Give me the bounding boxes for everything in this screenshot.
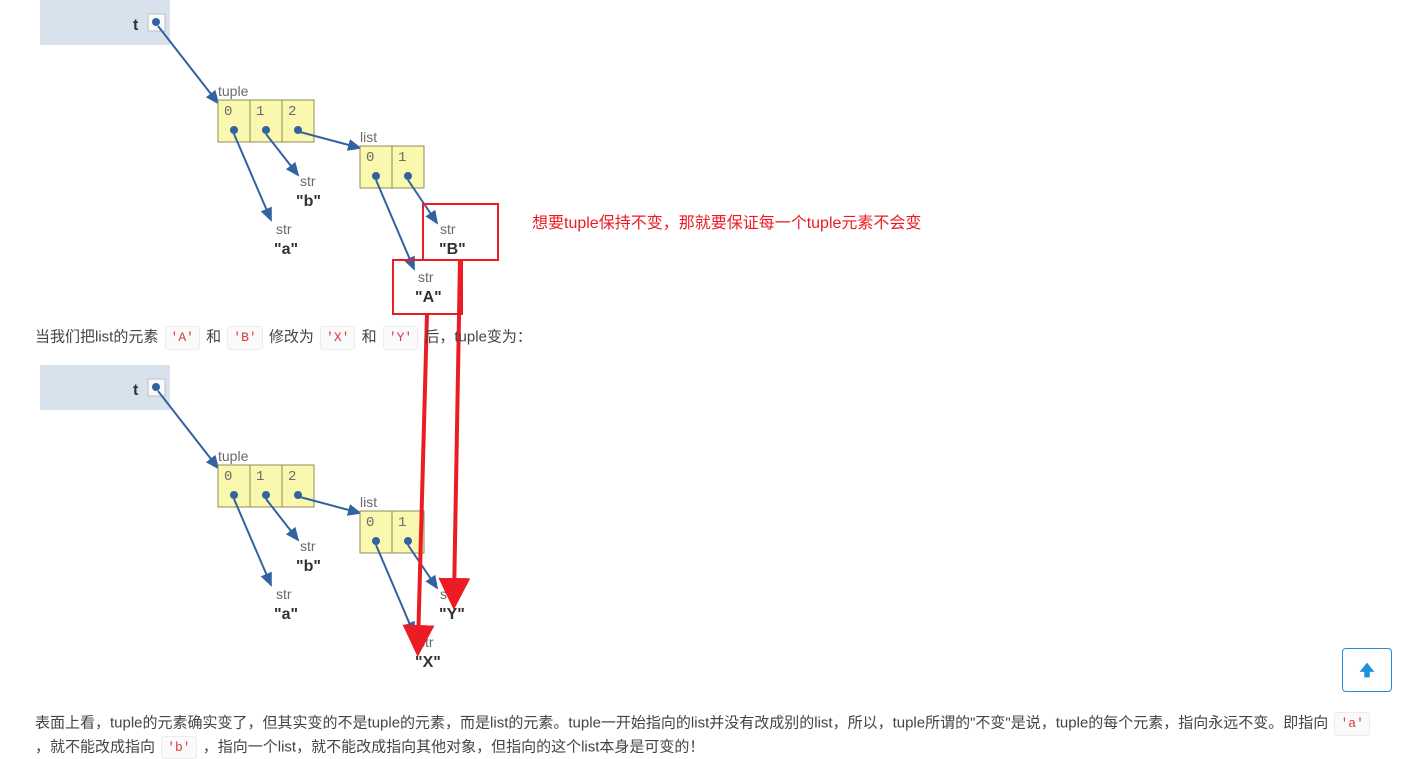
- p1-t5: 后，tuple变为：: [424, 329, 532, 346]
- str-label-A: str: [418, 269, 434, 285]
- str-label-a-2: str: [276, 586, 292, 602]
- str-label-B: str: [440, 221, 456, 237]
- arrow-up-icon: [1356, 659, 1378, 681]
- code-Y: 'Y': [383, 326, 418, 350]
- arrow-t-tuple: [158, 26, 218, 103]
- red-arrow-B-to-Y: [454, 260, 460, 598]
- scroll-top-button[interactable]: [1342, 648, 1392, 692]
- list-label: list: [360, 129, 377, 145]
- tuple-idx-0: 0: [224, 104, 232, 120]
- arrow-list0-A: [376, 180, 414, 269]
- tuple2-idx-2: 2: [288, 469, 296, 485]
- str-val-a-2: "a": [274, 606, 298, 623]
- annotation-text: 想要tuple保持不变，那就要保证每一个tuple元素不会变: [532, 214, 921, 232]
- p1-t4: 和: [362, 329, 377, 346]
- var-t-dot: [152, 18, 160, 26]
- code-b-lc: 'b': [161, 736, 196, 759]
- tuple2-idx-0: 0: [224, 469, 232, 485]
- diagram-2: t tuple 0 1 2 str "b" str "a" list 0: [40, 365, 465, 671]
- red-arrow-A-to-X: [418, 314, 427, 645]
- p2-t3: ，指向一个list，就不能改成指向其他对象，但指向的这个list本身是可变的！: [203, 738, 705, 755]
- page: t tuple 0 1 2 str: [0, 0, 1407, 757]
- code-B: 'B': [227, 326, 262, 350]
- list2-idx-0: 0: [366, 515, 374, 531]
- diagram-layer: t tuple 0 1 2 str: [0, 0, 1407, 757]
- diagram-1: t tuple 0 1 2 str: [40, 0, 498, 314]
- tuple-idx-2: 2: [288, 104, 296, 120]
- str-val-A: "A": [415, 289, 442, 306]
- list-idx-0: 0: [366, 150, 374, 166]
- list2-idx-1: 1: [398, 515, 406, 531]
- code-a-lc: 'a': [1334, 712, 1369, 736]
- p1-t1: 当我们把list的元素: [35, 329, 158, 346]
- tuple-cells: 0 1 2: [218, 100, 314, 142]
- str-label-b-2: str: [300, 538, 316, 554]
- list-label-2: list: [360, 494, 377, 510]
- str-val-X: "X": [415, 654, 441, 671]
- code-X: 'X': [320, 326, 355, 350]
- paragraph-1: 当我们把list的元素 'A' 和 'B' 修改为 'X' 和 'Y' 后，tu…: [35, 326, 1375, 350]
- var-t-label-2: t: [133, 382, 139, 399]
- str-val-a: "a": [274, 241, 298, 258]
- tuple-idx-1: 1: [256, 104, 264, 120]
- list-cells: 0 1: [360, 146, 424, 188]
- list-idx-1: 1: [398, 150, 406, 166]
- str-label-b: str: [300, 173, 316, 189]
- tuple-label: tuple: [218, 83, 249, 99]
- p1-t3: 修改为: [269, 329, 314, 346]
- paragraph-2: 表面上看，tuple的元素确实变了，但其实变的不是tuple的元素，而是list…: [35, 712, 1380, 759]
- tuple2-idx-1: 1: [256, 469, 264, 485]
- str-val-b: "b": [296, 193, 321, 210]
- str-val-Y: "Y": [439, 606, 465, 623]
- code-A: 'A': [165, 326, 200, 350]
- str-val-b-2: "b": [296, 558, 321, 575]
- arrow-tuple0-a: [234, 134, 271, 220]
- p1-t2: 和: [206, 329, 221, 346]
- var-t-label: t: [133, 17, 139, 34]
- str-val-B: "B": [439, 241, 466, 258]
- p2-t2: ，就不能改成指向: [35, 738, 155, 755]
- p2-t1: 表面上看，tuple的元素确实变了，但其实变的不是tuple的元素，而是list…: [35, 715, 1328, 732]
- tuple-label-2: tuple: [218, 448, 249, 464]
- str-label-X: str: [418, 634, 434, 650]
- str-label-a: str: [276, 221, 292, 237]
